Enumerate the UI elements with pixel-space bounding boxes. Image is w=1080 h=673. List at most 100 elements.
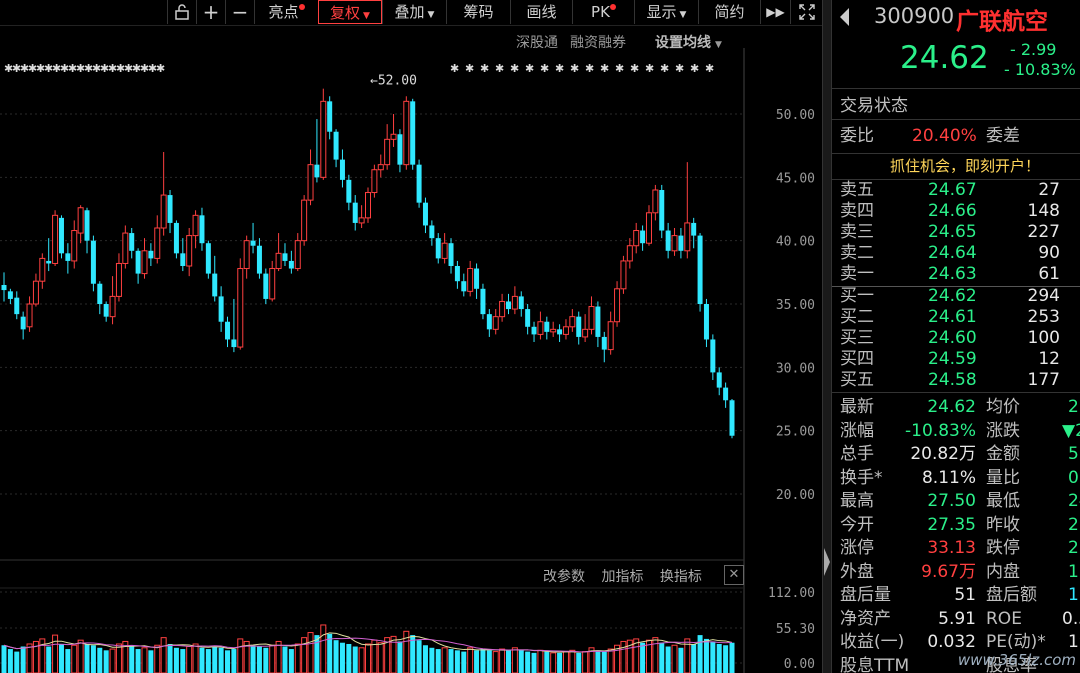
volume-bar (492, 651, 499, 673)
fast-forward-icon[interactable]: ▶▶ (760, 0, 790, 24)
order-ratio-value: 20.40% (912, 126, 977, 146)
signal-marker: ✱ (630, 62, 639, 75)
toolbar-draw[interactable]: 画线 (510, 0, 572, 24)
bid-row[interactable]: 买二 24.61 253 (832, 307, 1080, 328)
margin-trading-link[interactable]: 融资融券 (570, 35, 626, 51)
volume-bar (352, 646, 358, 673)
volume-bar (173, 647, 179, 673)
stat-value: 33.13 (927, 538, 976, 558)
ask-row[interactable]: 卖三 24.65 227 (832, 222, 1080, 243)
stat-value-2: 11.1 (1068, 561, 1080, 582)
stat-label-2: 内盘 (986, 561, 1020, 582)
bid-row[interactable]: 买四 24.59 12 (832, 349, 1080, 370)
lock-icon[interactable] (167, 0, 196, 24)
volume-bar (531, 652, 537, 673)
toolbar-pk[interactable]: PK (572, 0, 634, 24)
ask-volume: 148 (1027, 201, 1060, 221)
hk-connect-link[interactable]: 深股通 (516, 35, 558, 51)
stat-label: 股息TTM (840, 655, 910, 673)
panel-divider[interactable] (822, 0, 832, 673)
minus-icon[interactable]: − (225, 0, 254, 24)
volume-bar (58, 643, 64, 673)
fullscreen-icon[interactable] (790, 0, 822, 24)
candle-body (525, 309, 531, 327)
stat-value-2: 27 (1068, 514, 1080, 535)
candle-body (294, 240, 301, 270)
volume-bar (186, 646, 193, 673)
ask-row[interactable]: 卖二 24.64 90 (832, 243, 1080, 264)
signal-marker: ✱ (615, 62, 624, 75)
set-ma-button[interactable]: 设置均线 ▼ (655, 32, 722, 52)
candle-body (52, 214, 59, 264)
candle-body (633, 230, 640, 247)
signal-marker: ✱ (525, 62, 534, 75)
candle-body (263, 273, 269, 299)
volume-bar (218, 647, 224, 673)
volume-bar (212, 646, 218, 673)
candle-body (275, 252, 282, 270)
volume-bar (537, 649, 544, 673)
order-ratio-label: 委比 (840, 126, 874, 146)
volume-bar (486, 650, 492, 673)
collapse-arrow-icon[interactable] (824, 548, 830, 576)
volume-bar (71, 644, 78, 673)
volume-bar (1, 645, 7, 673)
toolbar-adjust[interactable]: 复权 ▼ (318, 0, 382, 24)
candle-body (58, 217, 64, 254)
switch-indicator-button[interactable]: 换指标 (660, 569, 702, 585)
bid-volume: 100 (1027, 328, 1060, 348)
volume-bar (7, 649, 13, 673)
high-price-annotation: ←52.00 (370, 74, 417, 89)
candle-body (250, 240, 256, 246)
bid-row[interactable]: 买一 24.62 294 (832, 286, 1080, 307)
volume-bar (205, 649, 211, 673)
ask-price: 24.63 (928, 264, 977, 284)
volume-axis-label: 112.00 (768, 586, 815, 601)
candle-body (531, 326, 537, 335)
toolbar-chips[interactable]: 筹码 (446, 0, 510, 24)
volume-bar (665, 646, 671, 673)
toolbar-overlay[interactable]: 叠加 ▼ (382, 0, 446, 24)
candle-body (377, 164, 384, 171)
ask-row[interactable]: 卖四 24.66 148 (832, 201, 1080, 222)
volume-bar (192, 643, 199, 673)
volume-bar (678, 647, 684, 673)
volume-axis-label: 55.30 (776, 622, 815, 637)
close-icon[interactable]: ✕ (724, 565, 744, 585)
chart-panel[interactable]: 50.00 45.00 40.00 35.00 30.00 25.00 20.00 ←52.0… (0, 0, 822, 673)
toolbar-simple[interactable]: 简约 (698, 0, 760, 24)
bid-row[interactable]: 买三 24.60 100 (832, 328, 1080, 349)
stat-label-2: 均价 (986, 397, 1020, 417)
ask-row[interactable]: 卖一 24.63 61 (832, 264, 1080, 285)
volume-bar (607, 648, 614, 673)
toolbar-display[interactable]: 显示 ▼ (634, 0, 698, 24)
back-arrow-icon[interactable] (840, 8, 849, 26)
volume-bar (225, 650, 231, 673)
candle-body (141, 250, 148, 275)
ask-row[interactable]: 卖五 24.67 27 (832, 180, 1080, 201)
volume-bar (448, 649, 454, 673)
toolbar-highlight[interactable]: 亮点 (254, 0, 318, 24)
new-dot-icon (609, 4, 616, 10)
ask-level-label: 卖三 (840, 222, 874, 242)
stat-value: 5.91 (938, 608, 976, 629)
bid-volume: 12 (1038, 349, 1060, 369)
add-indicator-button[interactable]: 加指标 (601, 569, 643, 585)
signal-marker: ✱ (555, 62, 564, 75)
last-price: 24.62 (900, 40, 989, 76)
candle-body (358, 217, 365, 224)
candle-body (288, 260, 294, 269)
stat-value: 20.82万 (910, 444, 976, 464)
volume-bar (20, 646, 26, 673)
plus-icon[interactable]: + (196, 0, 225, 24)
candle-body (691, 222, 697, 236)
new-dot-icon (298, 4, 305, 10)
stat-value: 51 (954, 585, 976, 605)
candle-body (71, 230, 78, 262)
bid-row[interactable]: 买五 24.58 177 (832, 370, 1080, 391)
promo-banner[interactable]: 抓住机会，即刻开户！ (832, 153, 1080, 180)
candle-body (620, 260, 627, 290)
change-params-button[interactable]: 改参数 (543, 569, 585, 585)
signal-marker: ✱ (540, 62, 549, 75)
volume-bar (97, 647, 103, 673)
